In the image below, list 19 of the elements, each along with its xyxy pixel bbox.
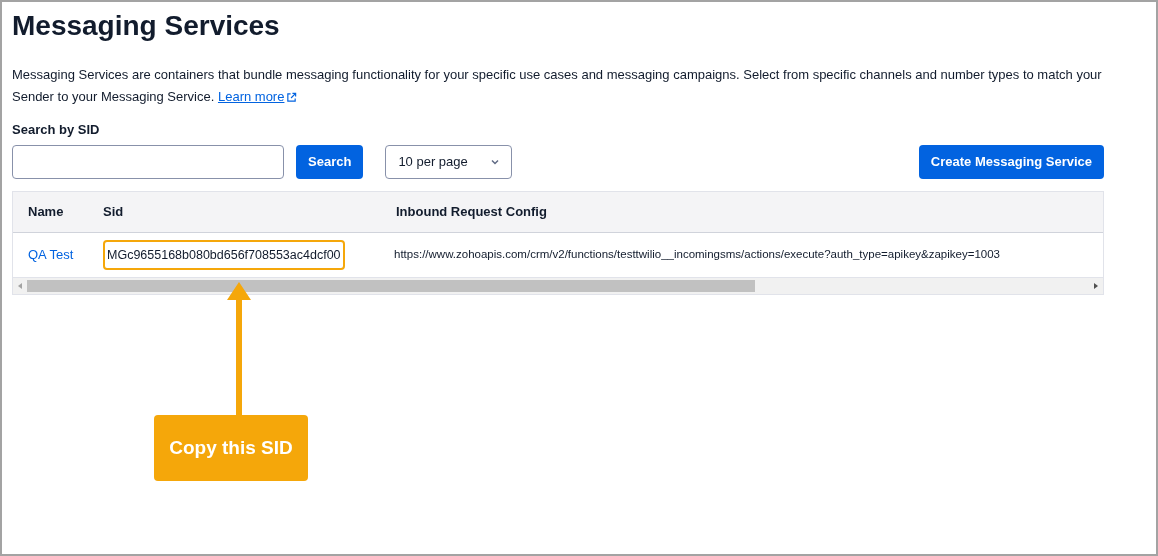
sid-cell: MGc9655168b080bd656f708553ac4dcf00 [103, 239, 345, 271]
column-header: Inbound Request Config [395, 203, 547, 222]
page-title: Messaging Services [12, 9, 280, 43]
page-description: Messaging Services are containers that bundle messaging functionality for your specific use cases and messaging campaigns. Select from specific channels and number types to match your Sender to your Messaging Service. Learn more [12, 64, 1102, 108]
callout-label: Copy this SID [154, 415, 308, 481]
search-label: Search by SID [12, 122, 100, 138]
search-button[interactable]: Search [296, 145, 364, 179]
external-link-icon [286, 91, 298, 103]
create-service-button[interactable]: Create Messaging Service [918, 145, 1104, 179]
scrollbar-thumb[interactable] [27, 280, 755, 292]
chevron-down-icon [491, 159, 500, 165]
table-cell-text: https://www.zohoapis.com/crm/v2/functions/testtwilio__incomingsms/actions/execute?auth_type=apikey&zapikey=1003 [393, 247, 1000, 263]
search-field[interactable] [12, 145, 284, 179]
column-header: Name [27, 203, 65, 222]
learn-more-link[interactable]: Learn more [217, 86, 298, 108]
service-name-link[interactable]: QA Test [13, 245, 89, 265]
page-size-dropdown[interactable]: 10 per page [385, 145, 513, 179]
horizontal-scrollbar[interactable] [13, 278, 1103, 294]
column-header: Sid [102, 203, 125, 222]
